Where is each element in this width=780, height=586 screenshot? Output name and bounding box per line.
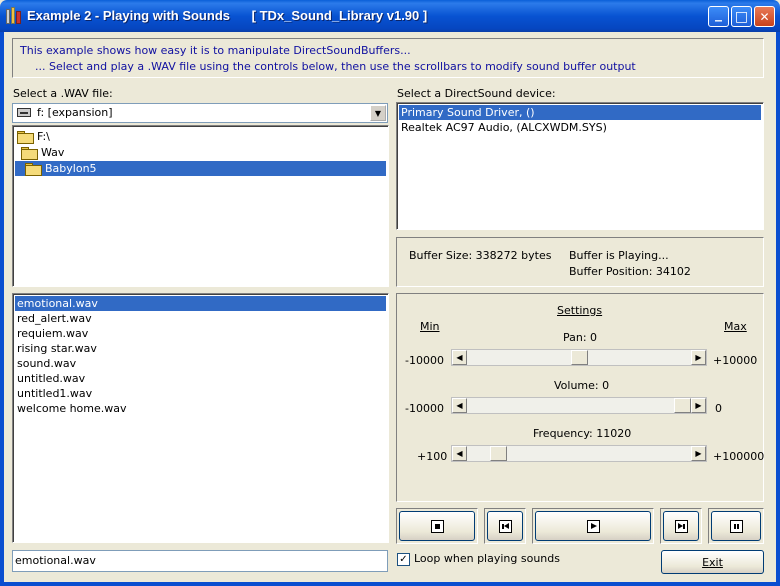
- file-item[interactable]: red_alert.wav: [15, 311, 386, 326]
- scroll-right-icon[interactable]: ▶: [691, 446, 706, 461]
- play-icon: [586, 519, 600, 533]
- folder-open-icon: [25, 162, 42, 176]
- wav-file-label: Select a .WAV file:: [13, 87, 113, 100]
- scroll-right-icon[interactable]: ▶: [691, 398, 706, 413]
- rewind-icon: [498, 519, 512, 533]
- filename-field[interactable]: emotional.wav: [12, 550, 388, 572]
- loop-checkbox[interactable]: ✓: [397, 553, 410, 566]
- close-button[interactable]: ✕: [754, 6, 775, 27]
- frequency-thumb[interactable]: [490, 446, 507, 461]
- settings-panel: Settings Min Max Pan: 0 -10000 ◀ ▶ +1000…: [396, 293, 764, 502]
- max-label: Max: [724, 320, 747, 333]
- frequency-scrollbar[interactable]: ◀ ▶: [451, 445, 707, 462]
- folder-item[interactable]: F:\: [15, 129, 386, 144]
- buffer-size: Buffer Size: 338272 bytes: [409, 249, 552, 262]
- settings-title: Settings: [557, 304, 603, 317]
- drive-combo[interactable]: f: [expansion] ▼: [12, 103, 388, 123]
- volume-max: 0: [715, 402, 722, 415]
- scroll-right-icon[interactable]: ▶: [691, 350, 706, 365]
- device-item[interactable]: Realtek AC97 Audio, (ALCXWDM.SYS): [399, 120, 761, 135]
- file-item[interactable]: sound.wav: [15, 356, 386, 371]
- scroll-left-icon[interactable]: ◀: [452, 446, 467, 461]
- rewind-button[interactable]: [487, 511, 523, 541]
- min-label: Min: [420, 320, 440, 333]
- folder-list[interactable]: F:\ Wav Babylon5: [12, 125, 389, 287]
- device-list[interactable]: Primary Sound Driver, () Realtek AC97 Au…: [396, 102, 764, 230]
- volume-min: -10000: [405, 402, 444, 415]
- exit-button[interactable]: Exit: [661, 550, 764, 574]
- file-item[interactable]: requiem.wav: [15, 326, 386, 341]
- device-item[interactable]: Primary Sound Driver, (): [399, 105, 761, 120]
- drive-value: f: [expansion]: [37, 106, 113, 119]
- play-group: [532, 508, 654, 544]
- pan-label: Pan: 0: [563, 331, 598, 344]
- maximize-icon: □: [734, 8, 749, 25]
- window-frame-right: [776, 32, 780, 586]
- pause-button[interactable]: [711, 511, 761, 541]
- window-frame-bottom: [0, 582, 780, 586]
- frequency-max: +100000: [713, 450, 765, 463]
- stop-group: [396, 508, 478, 544]
- maximize-button[interactable]: □: [731, 6, 752, 27]
- volume-scrollbar[interactable]: ◀ ▶: [451, 397, 707, 414]
- volume-label: Volume: 0: [554, 379, 610, 392]
- file-item[interactable]: emotional.wav: [15, 296, 386, 311]
- folder-item-selected[interactable]: Babylon5: [15, 161, 386, 176]
- folder-open-icon: [17, 130, 34, 144]
- rewind-group: [484, 508, 526, 544]
- pause-group: [708, 508, 764, 544]
- file-item[interactable]: rising star.wav: [15, 341, 386, 356]
- file-item[interactable]: untitled.wav: [15, 371, 386, 386]
- window-frame-left: [0, 32, 4, 586]
- exit-label: Exit: [702, 555, 723, 569]
- pause-icon: [729, 519, 743, 533]
- folder-open-icon: [21, 146, 38, 160]
- file-item[interactable]: untitled1.wav: [15, 386, 386, 401]
- description-line-1: This example shows how easy it is to man…: [20, 44, 411, 57]
- device-label: Select a DirectSound device:: [397, 87, 556, 100]
- scroll-left-icon[interactable]: ◀: [452, 350, 467, 365]
- pan-min: -10000: [405, 354, 444, 367]
- file-list[interactable]: emotional.wav red_alert.wav requiem.wav …: [12, 293, 389, 543]
- buffer-status: Buffer is Playing...: [569, 249, 669, 262]
- pan-thumb[interactable]: [571, 350, 588, 365]
- stop-button[interactable]: [399, 511, 475, 541]
- forward-group: [660, 508, 702, 544]
- frequency-label: Frequency: 11020: [533, 427, 632, 440]
- volume-thumb[interactable]: [674, 398, 691, 413]
- pan-scrollbar[interactable]: ◀ ▶: [451, 349, 707, 366]
- app-icon[interactable]: [6, 7, 22, 24]
- description-panel: This example shows how easy it is to man…: [12, 38, 764, 78]
- close-icon: ✕: [759, 9, 770, 24]
- stop-icon: [430, 519, 444, 533]
- loop-label: Loop when playing sounds: [414, 552, 560, 565]
- frequency-min: +100: [417, 450, 448, 463]
- window-title: Example 2 - Playing with Sounds [ TDx_So…: [27, 8, 428, 23]
- description-line-2: ... Select and play a .WAV file using th…: [35, 60, 636, 73]
- dropdown-arrow-icon[interactable]: ▼: [370, 105, 386, 121]
- buffer-position: Buffer Position: 34102: [569, 265, 691, 278]
- title-bar[interactable]: Example 2 - Playing with Sounds [ TDx_So…: [0, 0, 780, 32]
- fast-forward-icon: [674, 519, 688, 533]
- forward-button[interactable]: [663, 511, 699, 541]
- folder-item[interactable]: Wav: [15, 145, 386, 160]
- minimize-icon: _: [715, 5, 722, 22]
- pan-max: +10000: [713, 354, 758, 367]
- buffer-info-panel: Buffer Size: 338272 bytes Buffer is Play…: [396, 237, 764, 287]
- file-item[interactable]: welcome home.wav: [15, 401, 386, 416]
- minimize-button[interactable]: _: [708, 6, 729, 27]
- play-button[interactable]: [535, 511, 651, 541]
- drive-icon: [17, 108, 31, 117]
- scroll-left-icon[interactable]: ◀: [452, 398, 467, 413]
